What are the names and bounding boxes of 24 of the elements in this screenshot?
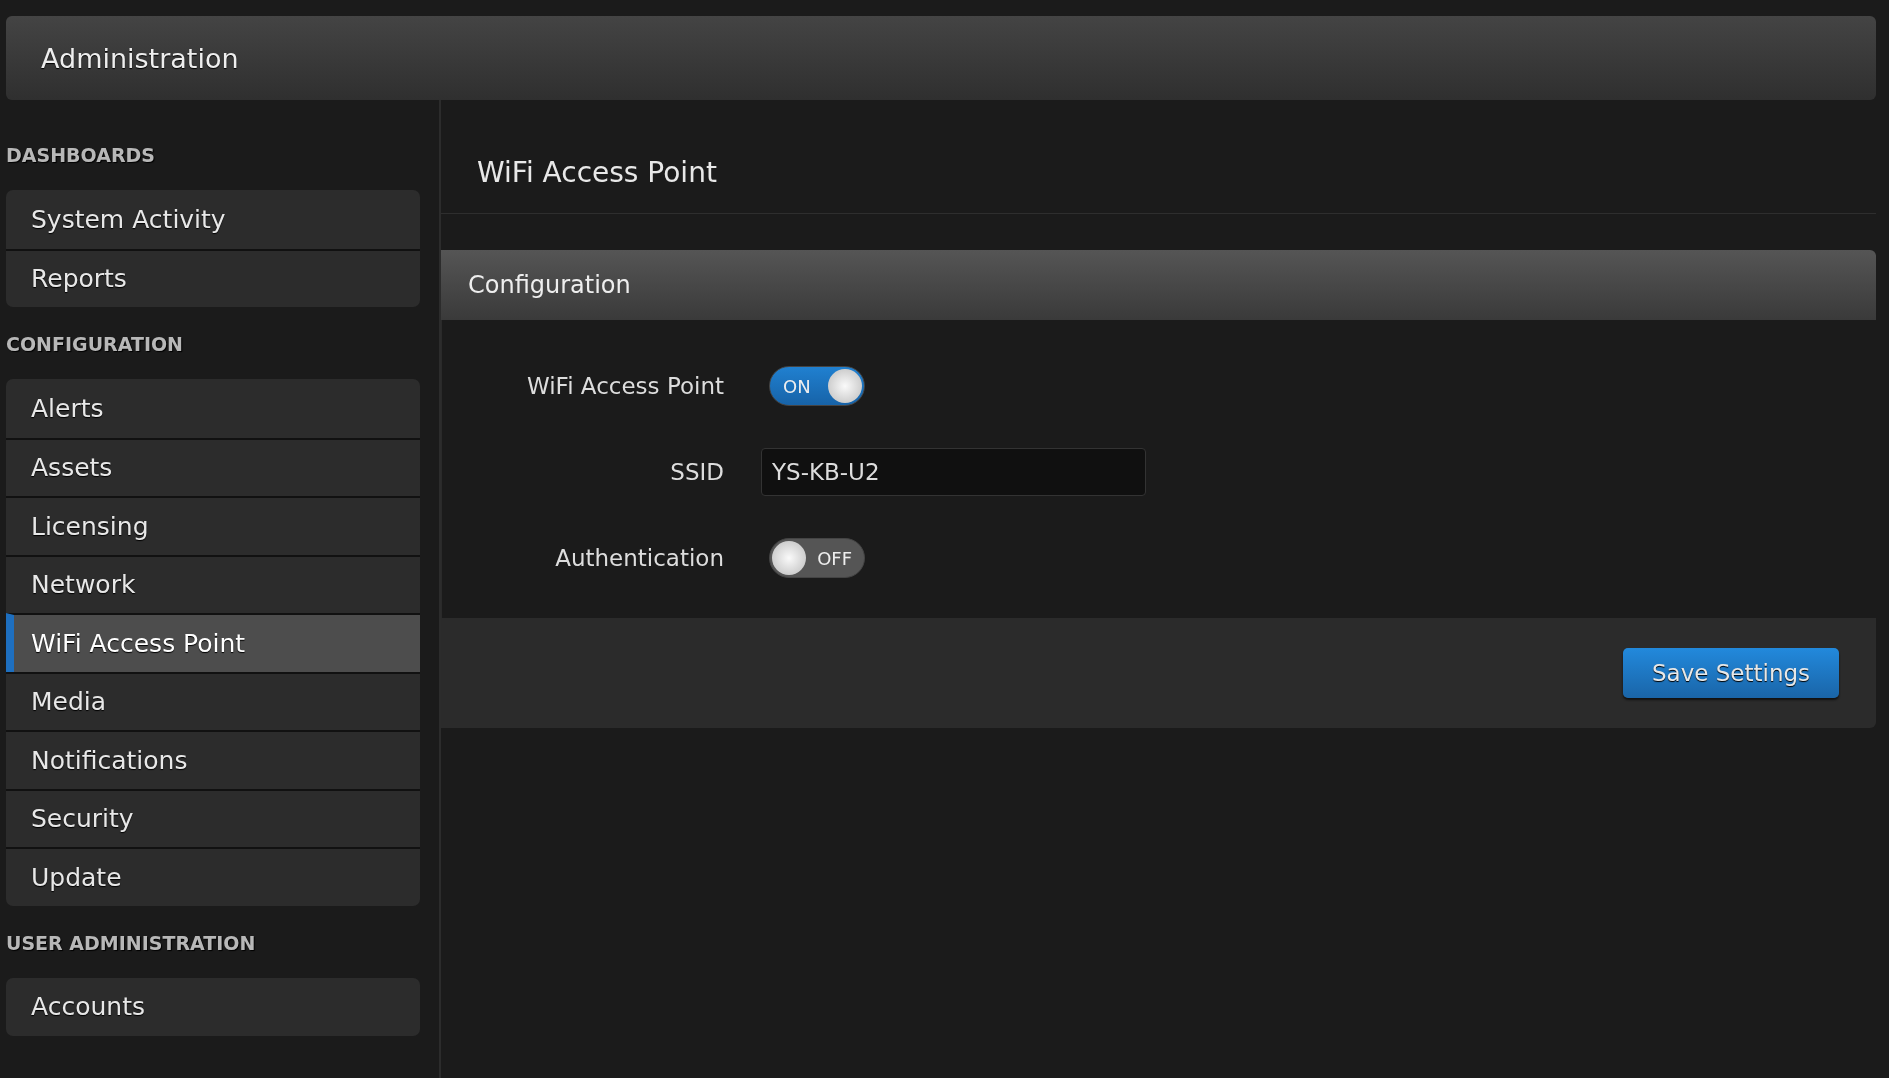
toggle-switch[interactable]: ON [769, 366, 865, 406]
field-label: WiFi Access Point [525, 373, 724, 399]
section-heading: DASHBOARDS [6, 143, 155, 168]
header-bar: Administration [6, 16, 1876, 100]
nav-item[interactable]: Assets [6, 437, 420, 496]
nav-item[interactable]: Alerts [6, 379, 420, 438]
save-button[interactable]: Save Settings [1623, 648, 1839, 698]
page-title: WiFi Access Point [477, 156, 717, 189]
field-label: Authentication [554, 545, 724, 571]
section-heading: USER ADMINISTRATION [6, 930, 256, 956]
nav-item[interactable]: Notifications [6, 730, 420, 789]
nav-item[interactable]: WiFi Access Point [6, 613, 420, 672]
nav-item[interactable]: Accounts [6, 977, 420, 1036]
section-heading: CONFIGURATION [6, 332, 183, 357]
nav-item[interactable]: Update [6, 847, 420, 906]
nav-item[interactable]: Reports [6, 248, 420, 307]
nav-item[interactable]: System Activity [6, 190, 420, 249]
panel-header: Configuration [441, 250, 1876, 320]
ssid-input-field[interactable]: YS-KB-U2 [761, 448, 1146, 496]
toggle-switch[interactable]: OFF [769, 538, 865, 578]
nav-item[interactable]: Media [6, 671, 420, 730]
nav-item[interactable]: Security [6, 788, 420, 847]
field-label: SSID [669, 459, 724, 485]
nav-item[interactable]: Licensing [6, 496, 420, 555]
